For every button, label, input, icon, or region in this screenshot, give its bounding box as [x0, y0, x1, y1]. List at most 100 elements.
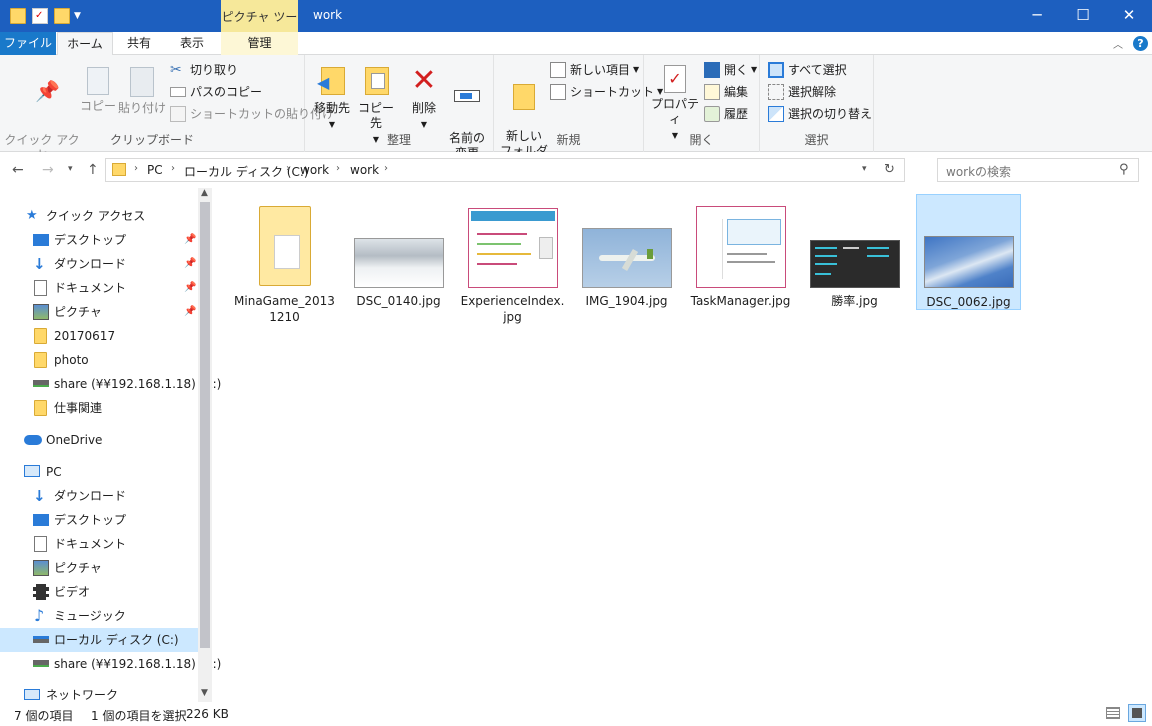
scroll-up-icon[interactable]: ▲: [201, 188, 208, 198]
nav-item-share-drive[interactable]: share (¥¥192.168.1.18) (Z:): [0, 372, 221, 396]
file-item-dsc-0062[interactable]: DSC_0062.jpg: [916, 194, 1021, 310]
copy-path-label: パスのコピー: [190, 85, 263, 99]
nav-label: OneDrive: [46, 433, 103, 447]
file-item-img-1904[interactable]: IMG_1904.jpg: [574, 194, 679, 310]
navigation-pane: ★ クイック アクセス デスクトップ 📌 ↓ ダウンロード 📌 ドキュメント 📌…: [0, 188, 221, 702]
nav-item-videos[interactable]: ビデオ: [0, 580, 198, 604]
nav-item-pc-documents[interactable]: ドキュメント: [0, 532, 198, 556]
up-arrow-icon[interactable]: ↑: [87, 162, 99, 178]
edit-button[interactable]: 編集: [704, 82, 748, 102]
address-bar[interactable]: › PC › ローカル ディスク (C:) › work › work › ▾ …: [105, 158, 905, 182]
file-item-win-rate[interactable]: 勝率.jpg: [802, 194, 907, 310]
nav-label: 20170617: [54, 329, 116, 343]
tab-manage[interactable]: 管理: [221, 32, 298, 55]
search-input[interactable]: workの検索: [946, 163, 1011, 180]
scrollbar-thumb[interactable]: [200, 202, 210, 648]
title-bar[interactable]: ✓ ▼ ピクチャ ツール work ─ ☐ ✕: [0, 0, 1152, 58]
file-item-task-manager[interactable]: TaskManager.jpg: [688, 194, 793, 310]
open-label: 開く: [724, 63, 749, 77]
copy-path-button[interactable]: パスのコピー: [170, 82, 262, 102]
new-item-icon: [550, 62, 566, 78]
open-icon: [704, 62, 720, 78]
nav-item-quick-access[interactable]: ★ クイック アクセス: [0, 204, 198, 228]
close-button[interactable]: ✕: [1106, 0, 1152, 32]
nav-item-music[interactable]: ♪ ミュージック: [0, 604, 198, 628]
minimize-button[interactable]: ─: [1014, 0, 1060, 32]
new-folder-icon[interactable]: [54, 8, 70, 24]
rename-icon: [452, 80, 482, 112]
clipboard-icon: [130, 67, 154, 97]
chevron-down-icon: ▼: [633, 65, 640, 74]
search-icon[interactable]: ⚲: [1119, 162, 1129, 177]
breadcrumb-work[interactable]: work: [300, 163, 329, 177]
pin-icon[interactable]: 📌: [184, 276, 196, 300]
maximize-button[interactable]: ☐: [1060, 0, 1106, 32]
forward-arrow-icon[interactable]: →: [42, 162, 54, 178]
nav-item-downloads[interactable]: ↓ ダウンロード 📌: [0, 252, 198, 276]
breadcrumb-work-current[interactable]: work: [350, 163, 379, 177]
tab-view[interactable]: 表示: [166, 32, 218, 55]
nav-item-pc-downloads[interactable]: ↓ ダウンロード: [0, 484, 198, 508]
select-none-button[interactable]: 選択解除: [768, 82, 836, 102]
refresh-icon[interactable]: ↻: [884, 162, 895, 177]
nav-item-pictures[interactable]: ピクチャ 📌: [0, 300, 198, 324]
nav-scrollbar[interactable]: ▲ ▼: [198, 188, 212, 702]
file-item-folder[interactable]: MinaGame_20131210: [232, 194, 337, 324]
nav-item-pc-pictures[interactable]: ピクチャ: [0, 556, 198, 580]
customize-qat-icon[interactable]: ▼: [74, 11, 81, 21]
pin-icon[interactable]: 📌: [184, 228, 196, 252]
file-name: DSC_0062.jpg: [926, 295, 1011, 309]
nav-item-pc[interactable]: PC: [0, 460, 198, 484]
tab-file[interactable]: ファイル: [0, 32, 56, 55]
details-view-icon[interactable]: [1106, 707, 1120, 719]
nav-item-documents[interactable]: ドキュメント 📌: [0, 276, 198, 300]
nav-item-pc-share-drive[interactable]: share (¥¥192.168.1.18) (Z:): [0, 652, 221, 676]
open-button[interactable]: 開く ▼: [704, 60, 757, 80]
file-item-experience-index[interactable]: ExperienceIndex.jpg: [460, 194, 565, 324]
delete-button[interactable]: ✕ 削除 ▼: [407, 65, 441, 132]
nav-item-desktop[interactable]: デスクトップ 📌: [0, 228, 198, 252]
recent-locations-icon[interactable]: ▾: [68, 164, 73, 174]
select-none-icon: [768, 84, 784, 100]
pin-icon: 📌: [35, 79, 60, 103]
network-drive-icon: [33, 660, 49, 667]
file-item-dsc-0140[interactable]: DSC_0140.jpg: [346, 194, 451, 310]
paste-button[interactable]: 貼り付け: [118, 67, 166, 116]
nav-item-photo[interactable]: photo: [0, 348, 198, 372]
collapse-ribbon-icon[interactable]: ︿: [1113, 36, 1123, 51]
tab-share[interactable]: 共有: [114, 32, 164, 55]
nav-item-onedrive[interactable]: OneDrive: [0, 428, 198, 452]
scroll-down-icon[interactable]: ▼: [201, 688, 208, 698]
copy-button[interactable]: コピー: [80, 67, 116, 114]
nav-item-local-disk[interactable]: ローカル ディスク (C:): [0, 628, 198, 652]
cut-button[interactable]: ✂ 切り取り: [170, 60, 238, 80]
move-to-icon: ◀: [317, 65, 347, 97]
nav-item-20170617[interactable]: 20170617: [0, 324, 198, 348]
properties-icon[interactable]: ✓: [32, 8, 48, 24]
file-name: IMG_1904.jpg: [585, 294, 668, 308]
back-arrow-icon[interactable]: ←: [12, 162, 24, 178]
chevron-down-icon: ▼: [420, 120, 428, 129]
nav-item-pc-desktop[interactable]: デスクトップ: [0, 508, 198, 532]
tab-home[interactable]: ホーム: [57, 32, 113, 56]
ribbon-tabs: ファイル ホーム 共有 表示 管理 ︿ ?: [0, 32, 1152, 56]
help-icon[interactable]: ?: [1133, 36, 1148, 51]
pin-icon[interactable]: 📌: [184, 252, 196, 276]
invert-selection-button[interactable]: 選択の切り替え: [768, 104, 872, 124]
new-item-button[interactable]: 新しい項目 ▼: [550, 60, 639, 80]
file-name: MinaGame_20131210: [234, 294, 335, 324]
history-button[interactable]: 履歴: [704, 104, 748, 124]
folder-icon[interactable]: [10, 8, 26, 24]
nav-item-work-related[interactable]: 仕事関連: [0, 396, 198, 420]
history-label: 履歴: [724, 107, 749, 121]
copy-to-icon: [361, 65, 391, 97]
breadcrumb-pc[interactable]: PC: [147, 163, 163, 177]
select-all-button[interactable]: すべて選択: [768, 60, 847, 80]
search-box[interactable]: workの検索 ⚲: [937, 158, 1139, 182]
pin-icon[interactable]: 📌: [184, 300, 196, 324]
move-to-button[interactable]: ◀ 移動先 ▼: [311, 65, 353, 132]
large-icons-view-icon[interactable]: [1128, 704, 1146, 722]
item-count: 7 個の項目: [14, 709, 74, 723]
desktop-icon: [33, 234, 49, 246]
address-history-icon[interactable]: ▾: [862, 164, 867, 174]
